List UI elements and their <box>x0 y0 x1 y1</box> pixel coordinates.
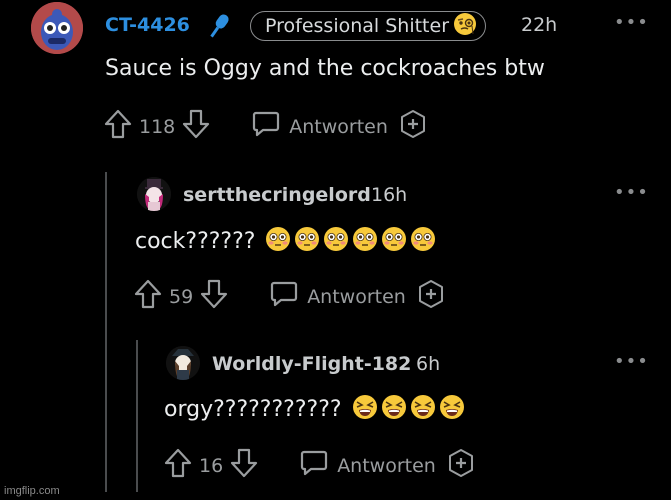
username-worldly-flight-182[interactable]: Worldly-Flight-182 <box>212 353 411 375</box>
flushed-emoji-icon <box>265 226 291 258</box>
user-flair: Professional Shitter <box>250 11 487 41</box>
watermark: imgflip.com <box>4 485 60 497</box>
more-options-icon[interactable]: ••• <box>614 182 649 203</box>
more-options-icon[interactable]: ••• <box>614 12 649 33</box>
avatar-sertthecringelord[interactable] <box>137 177 171 211</box>
tired-face-emoji-icon <box>410 394 436 426</box>
comment-bubble-icon <box>299 448 329 483</box>
comment-body: Sauce is Oggy and the cockroaches btw <box>105 56 545 81</box>
timestamp: 22h <box>521 14 558 36</box>
flushed-emoji-icon <box>323 226 349 258</box>
reply-button[interactable]: Antworten <box>251 109 388 144</box>
emoji-row <box>349 395 465 422</box>
reply-button[interactable]: Antworten <box>299 448 436 483</box>
tired-face-emoji-icon <box>381 394 407 426</box>
avatar-worldly-flight-182[interactable] <box>166 346 200 380</box>
comment-body: cock?????? <box>135 226 436 258</box>
comment-bubble-icon <box>269 279 299 314</box>
add-award-icon[interactable] <box>446 448 476 483</box>
thread-line-2[interactable] <box>136 340 138 492</box>
comment-bubble-icon <box>251 109 281 144</box>
comment-actions: 118 Antworten <box>103 108 428 145</box>
upvote-icon[interactable] <box>103 108 133 145</box>
comment-text: cock?????? <box>135 229 256 254</box>
upvote-icon[interactable] <box>163 447 193 484</box>
downvote-icon[interactable] <box>229 447 259 484</box>
thread-line-1[interactable] <box>105 172 107 492</box>
timestamp: 6h <box>416 353 441 375</box>
username-sertthecringelord[interactable]: sertthecringelord <box>183 184 371 206</box>
comment-actions: 16 Antworten <box>163 447 476 484</box>
vote-count: 118 <box>139 115 176 138</box>
reply-label: Antworten <box>337 454 436 477</box>
downvote-icon[interactable] <box>181 108 211 145</box>
add-award-icon[interactable] <box>398 109 428 144</box>
username-ct-4426[interactable]: CT-4426 <box>105 14 190 36</box>
downvote-icon[interactable] <box>199 278 229 315</box>
monocle-emoji-icon <box>453 12 477 41</box>
flushed-emoji-icon <box>381 226 407 258</box>
upvote-icon[interactable] <box>133 278 163 315</box>
flushed-emoji-icon <box>294 226 320 258</box>
tired-face-emoji-icon <box>352 394 378 426</box>
tired-face-emoji-icon <box>439 394 465 426</box>
flair-text: Professional Shitter <box>265 15 450 37</box>
vote-count: 59 <box>169 285 194 308</box>
microphone-icon <box>205 11 233 45</box>
comment-body: orgy??????????? <box>164 394 465 426</box>
more-options-icon[interactable]: ••• <box>614 351 649 372</box>
comment-text: orgy??????????? <box>164 397 342 422</box>
flushed-emoji-icon <box>352 226 378 258</box>
comment-actions: 59 Antworten <box>133 278 446 315</box>
reply-button[interactable]: Antworten <box>269 279 406 314</box>
add-award-icon[interactable] <box>416 279 446 314</box>
avatar-ct-4426[interactable] <box>31 2 83 54</box>
flushed-emoji-icon <box>410 226 436 258</box>
vote-count: 16 <box>199 454 224 477</box>
emoji-row <box>262 227 436 254</box>
reply-label: Antworten <box>289 115 388 138</box>
timestamp: 16h <box>371 184 408 206</box>
reply-label: Antworten <box>307 285 406 308</box>
